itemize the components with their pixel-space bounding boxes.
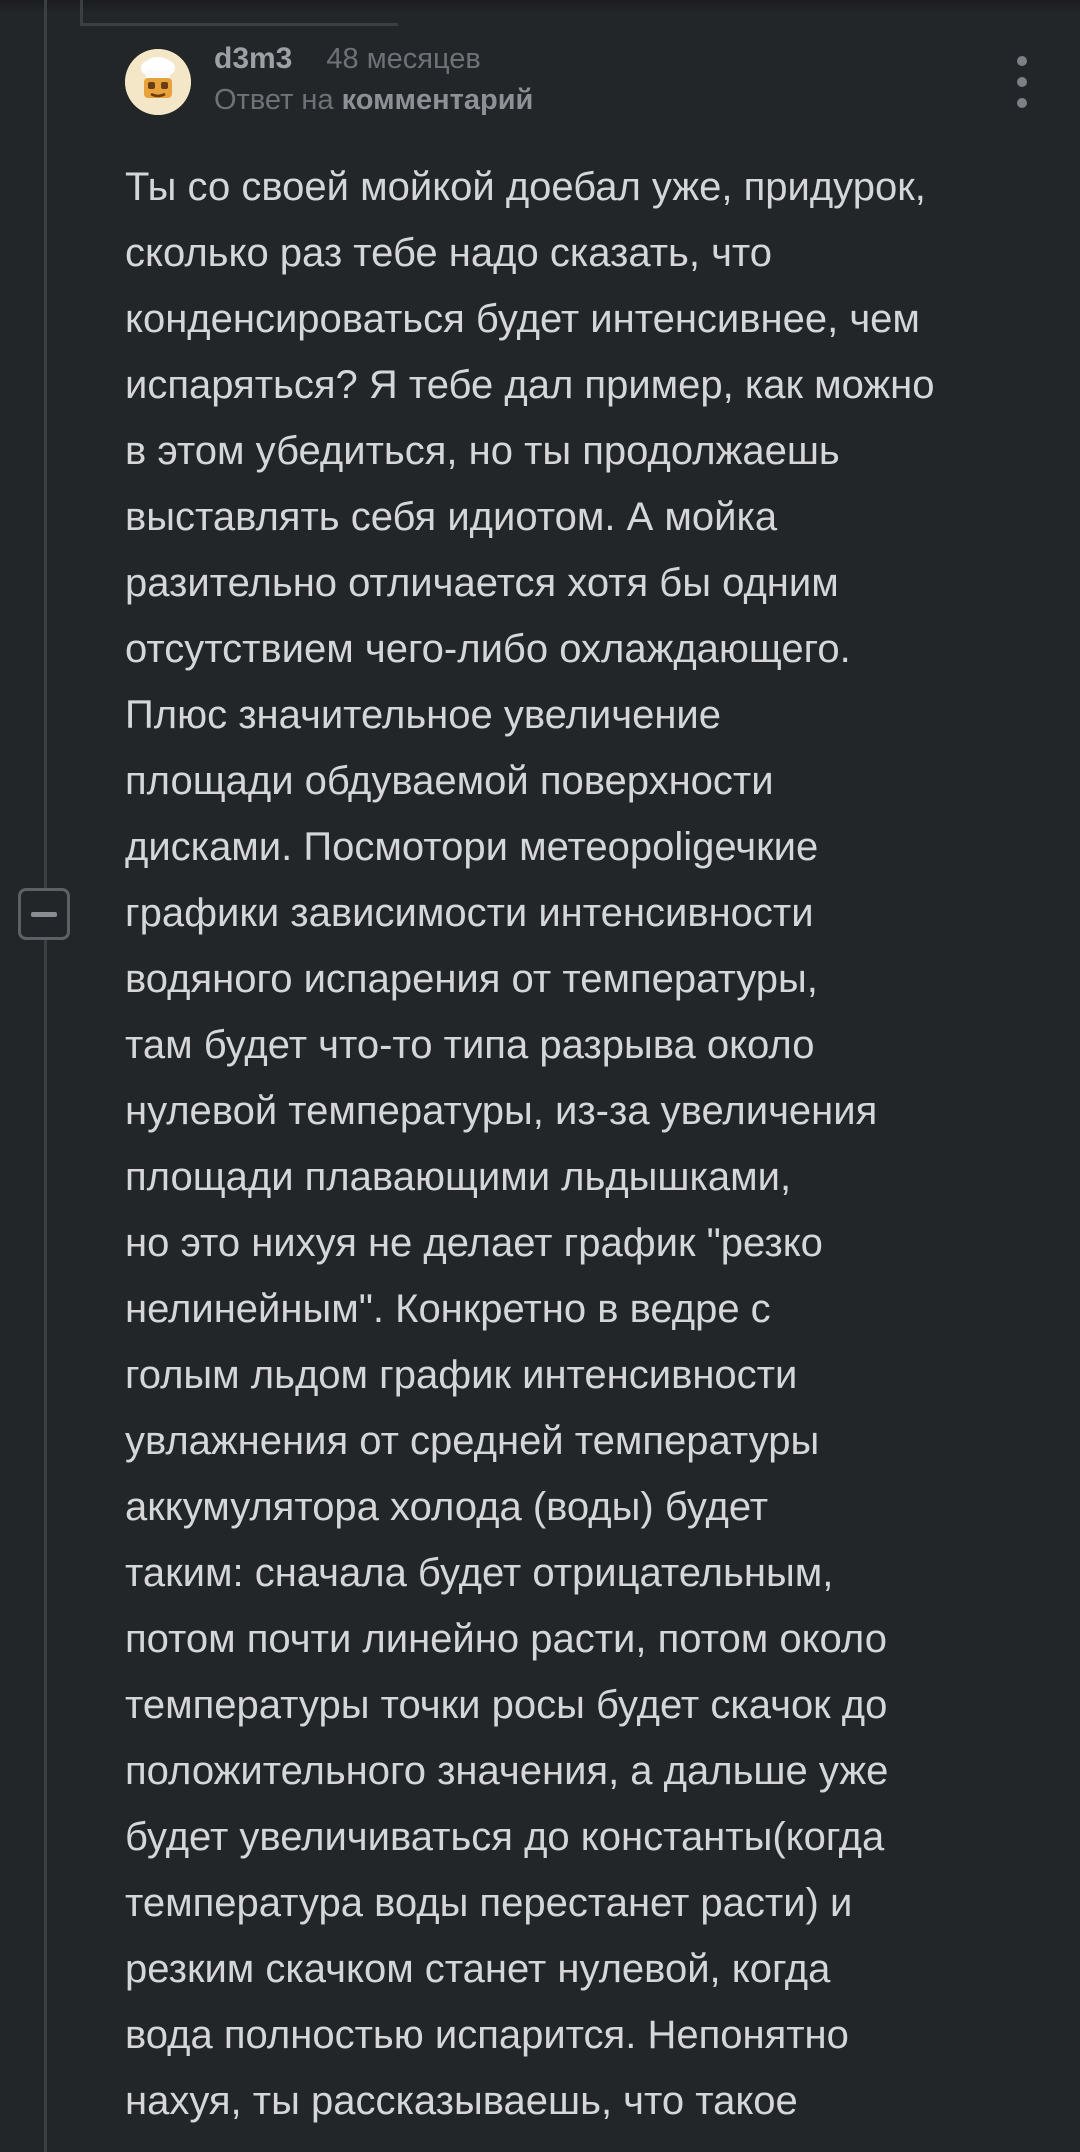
comment-line: нелинейным". Конкретно в ведре с [125,1287,771,1331]
reply-info: Ответ на комментарий [214,84,533,117]
avatar[interactable] [125,49,191,115]
vertical-dots-icon [1017,56,1027,66]
comment-line: Ты со своей мойкой доебал уже, придурок, [125,165,926,209]
comment-line: положительного значения, а дальше уже [125,1749,889,1793]
comment-line: аккумулятора холода (воды) будет [125,1485,769,1529]
comment-line: потом почти линейно расти, потом около [125,1617,887,1661]
reply-target-link[interactable]: комментарий [342,84,534,116]
comment-line: температура воды перестанет расти) и [125,1881,853,1925]
vertical-dots-icon [1017,98,1027,108]
comment-line: конденсироваться будет интенсивнее, чем [125,297,920,341]
comment-line: площади плавающими льдышками, [125,1155,792,1199]
comment-line: температуры точки росы будет скачок до [125,1683,888,1727]
comment-line: графики зависимости интенсивности [125,891,814,935]
more-options-button[interactable] [1000,56,1044,108]
comment-meta: d3m3 48 месяцев Ответ на комментарий [214,42,533,117]
comment-time: 48 месяцев [326,43,481,75]
comment-line: отсутствием чего-либо охлаждающего. [125,627,851,671]
comment-text: Ты со своей мойкой доебал уже, придурок,… [125,154,1055,2134]
minus-square-icon [31,911,57,917]
comment-line: таким: сначала будет отрицательным, [125,1551,834,1595]
comment-line: дисками. Посмотори метеороligечкие [125,825,819,869]
reply-prefix: Ответ на [214,84,334,116]
comment-line: площади обдуваемой поверхности [125,759,774,803]
comment-line: Плюс значительное увеличение [125,693,722,737]
comment-line: будет увеличиваться до константы(когда [125,1815,885,1859]
comment-line: голым льдом график интенсивности [125,1353,798,1397]
comment-line: выставлять себя идиотом. А мойка [125,495,778,539]
vertical-dots-icon [1017,77,1027,87]
comment-line: вода полностью испарится. Непонятно [125,2013,849,2057]
comment-line: увлажнения от средней температуры [125,1419,820,1463]
chef-avatar-icon [125,49,191,115]
author-name[interactable]: d3m3 [214,42,292,76]
comment-line: резким скачком станет нулевой, когда [125,1947,831,1991]
comment-line: нахуя, ты рассказываешь, что такое [125,2079,798,2123]
comment-line: в этом убедиться, но ты продолжаешь [125,429,840,473]
thread-line [44,0,47,2152]
thread-connector [80,0,398,26]
comment-line: разительно отличается хотя бы одним [125,561,839,605]
collapse-thread-button[interactable] [18,888,70,940]
comment-line: испаряться? Я тебе дал пример, как можно [125,363,935,407]
comment-line: но это нихуя не делает график "резко [125,1221,823,1265]
comment-line: там будет что-то типа разрыва около [125,1023,815,1067]
comment-line: сколько раз тебе надо сказать, что [125,231,773,275]
comment-line: нулевой температуры, из-за увеличения [125,1089,878,1133]
comment-line: водяного испарения от температуры, [125,957,818,1001]
